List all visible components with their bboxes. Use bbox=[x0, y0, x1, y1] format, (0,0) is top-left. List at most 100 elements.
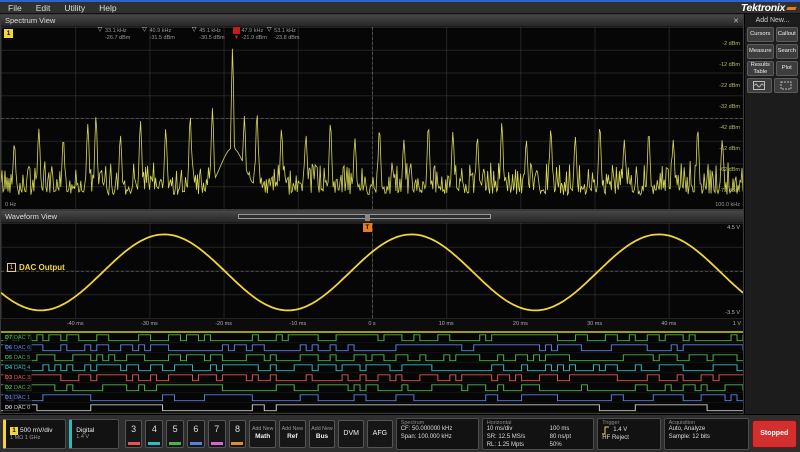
channel-5-button[interactable]: 5 bbox=[166, 420, 184, 448]
spectrum-peak-marker[interactable]: ▽ 45.1 kHz-30.5 dBm bbox=[190, 27, 198, 33]
sample-rate: SR: 12.5 MS/s bbox=[487, 434, 544, 442]
logo-accent-shape bbox=[786, 7, 796, 10]
mask-test-button[interactable] bbox=[774, 78, 799, 93]
spectrum-view-panel: Spectrum View ✕ 1 ▽ 33.1 kHz-26.7 dBm ▽ … bbox=[0, 14, 744, 210]
channel-name: DAC Output bbox=[19, 263, 65, 272]
db-axis-label: -62 dBm bbox=[719, 167, 740, 173]
tekscope-app: File Edit Utility Help Tektronix Spectru… bbox=[0, 0, 800, 452]
mask-test-icon bbox=[780, 81, 792, 90]
acquisition-readout-panel[interactable]: Acquisition Auto, Analyze Sample: 12 bit… bbox=[664, 418, 749, 450]
digital-channel-row[interactable]: D5DAC 5 bbox=[1, 353, 743, 363]
add-new-ref-button[interactable]: Add NewRef bbox=[279, 420, 306, 448]
channel-3-button[interactable]: 3 bbox=[125, 420, 143, 448]
right-sidebar: Add New... Cursors Callout Measure Searc… bbox=[744, 14, 800, 414]
channel-number: 4 bbox=[152, 424, 157, 434]
db-axis-label: -72 dBm bbox=[719, 188, 740, 194]
marker-triangle-icon: ▽ bbox=[142, 27, 147, 33]
db-axis-label: -12 dBm bbox=[719, 62, 740, 68]
horizontal-readout-panel[interactable]: Horizontal 10 ms/div 100 ms SR: 12.5 MS/… bbox=[482, 418, 595, 450]
marker-label: 33.1 kHz-26.7 dBm bbox=[105, 28, 130, 42]
spectrum-peak-marker[interactable]: ▽ 40.9 kHz-31.5 dBm bbox=[140, 27, 148, 33]
trigger-readout-panel[interactable]: Trigger 1.4 V HF Reject bbox=[597, 418, 660, 450]
spectrum-peak-marker[interactable]: ▽ 33.1 kHz-26.7 dBm bbox=[96, 27, 104, 33]
marker-label: 53.1 kHz-23.8 dBm bbox=[274, 28, 299, 42]
spectrum-reference-marker[interactable]: ▼ 47.9 kHz-21.9 dBm bbox=[233, 27, 241, 41]
afg-button[interactable]: AFG bbox=[367, 420, 393, 448]
time-axis-label: -10 ms bbox=[289, 321, 306, 327]
digital-channel-row[interactable]: D6DAC 6 bbox=[1, 343, 743, 353]
channel-8-button[interactable]: 8 bbox=[229, 420, 247, 448]
channel-7-button[interactable]: 7 bbox=[208, 420, 226, 448]
channel-number: 5 bbox=[173, 424, 178, 434]
digital-channel-row[interactable]: D0DAC 0 bbox=[1, 403, 743, 413]
ch1-impedance: 1 MΩ 1 GHz bbox=[10, 435, 65, 441]
run-stop-button[interactable]: Stopped bbox=[752, 420, 797, 448]
cursors-button[interactable]: Cursors bbox=[747, 27, 774, 42]
spectrum-plot[interactable]: 1 ▽ 33.1 kHz-26.7 dBm ▽ 40.9 kHz-31.5 dB… bbox=[1, 27, 743, 209]
results-table-button[interactable]: Results Table bbox=[747, 61, 774, 76]
close-icon[interactable]: ✕ bbox=[733, 17, 739, 25]
channel-4-button[interactable]: 4 bbox=[145, 420, 163, 448]
channel-chip: 1 bbox=[7, 263, 16, 272]
digital-channel-row[interactable]: D1DAC 1 bbox=[1, 393, 743, 403]
digital-channel-label: D2DAC 2 bbox=[3, 383, 32, 393]
channel-color-strip bbox=[190, 442, 202, 445]
bottom-status-bar: 1 500 mV/div 1 MΩ 1 GHz Digital 1.4 V 3 … bbox=[0, 414, 800, 452]
analog-waveform-area[interactable]: T 1 DAC Output 4.5 V -3.5 V bbox=[1, 223, 743, 319]
acquisition-resolution: Sample: 12 bits bbox=[669, 434, 744, 442]
vertical-scale-top-label: 4.5 V bbox=[727, 225, 740, 231]
trigger-position-marker[interactable]: T bbox=[363, 223, 372, 232]
ch1-scale: 500 mV/div bbox=[20, 427, 53, 434]
channel-label[interactable]: 1 DAC Output bbox=[7, 263, 65, 272]
menu-edit[interactable]: Edit bbox=[36, 3, 51, 13]
dvm-button[interactable]: DVM bbox=[338, 420, 364, 448]
menu-file[interactable]: File bbox=[8, 3, 22, 13]
trigger-readout-title: Trigger bbox=[602, 420, 655, 427]
channel-number: 6 bbox=[193, 424, 198, 434]
marker-triangle-icon: ▽ bbox=[267, 27, 272, 33]
channel-number: 7 bbox=[214, 424, 219, 434]
marker-label: 47.9 kHz-21.9 dBm bbox=[242, 28, 267, 42]
digital-trace bbox=[1, 343, 743, 352]
digital-trace bbox=[1, 393, 743, 402]
add-new-target: Ref bbox=[287, 433, 297, 440]
digital-channel-label: D0DAC 0 bbox=[3, 403, 32, 413]
menu-utility[interactable]: Utility bbox=[64, 3, 85, 13]
sample-interval: 80 ns/pt bbox=[550, 434, 590, 442]
analysis-window-handle[interactable] bbox=[365, 214, 370, 221]
add-new-math-button[interactable]: Add NewMath bbox=[249, 420, 276, 448]
search-button[interactable]: Search bbox=[776, 44, 798, 59]
digital-channel-row[interactable]: D3DAC 3 bbox=[1, 373, 743, 383]
horizontal-readout-title: Horizontal bbox=[487, 420, 590, 427]
digital-channel-label: D7DAC 7 bbox=[3, 333, 32, 343]
waveform-view-title: Waveform View bbox=[5, 212, 57, 221]
digital-channel-label: D1DAC 1 bbox=[3, 393, 32, 403]
ch1-badge[interactable]: 1 500 mV/div 1 MΩ 1 GHz bbox=[3, 419, 66, 449]
channel-6-button[interactable]: 6 bbox=[187, 420, 205, 448]
spectrum-peak-marker[interactable]: ▽ 53.1 kHz-23.8 dBm bbox=[265, 27, 273, 33]
callout-button[interactable]: Callout bbox=[776, 27, 798, 42]
scope-screen-button[interactable] bbox=[747, 78, 772, 93]
channel-number: 8 bbox=[235, 424, 240, 434]
db-axis-label: -22 dBm bbox=[719, 83, 740, 89]
span-readout: Span: 100.000 kHz bbox=[401, 434, 474, 442]
freq-axis-start-label: 0 Hz bbox=[5, 202, 16, 208]
plot-button[interactable]: Plot bbox=[776, 61, 798, 76]
measure-button[interactable]: Measure bbox=[747, 44, 774, 59]
analysis-window-scrollbar[interactable] bbox=[238, 214, 490, 219]
record-length: RL: 1.25 Mpts bbox=[487, 442, 544, 450]
acquisition-readout-title: Acquisition bbox=[669, 420, 744, 427]
add-new-bus-button[interactable]: Add NewBus bbox=[309, 420, 336, 448]
digital-badge[interactable]: Digital 1.4 V bbox=[69, 419, 118, 449]
waveform-view-panel: Waveform View T 1 DAC Output 4.5 V -3 bbox=[0, 210, 744, 414]
spectrum-view-header[interactable]: Spectrum View ✕ bbox=[1, 15, 743, 27]
waveform-view-header[interactable]: Waveform View bbox=[1, 211, 743, 223]
spectrum-source-badge[interactable]: 1 bbox=[4, 29, 13, 38]
menu-help[interactable]: Help bbox=[99, 3, 116, 13]
spectrum-view-title: Spectrum View bbox=[5, 16, 55, 25]
digital-channel-row[interactable]: D2DAC 2 bbox=[1, 383, 743, 393]
digital-channel-row[interactable]: D7DAC 7 bbox=[1, 333, 743, 343]
digital-channels-area: D7DAC 7 D6DAC 6 D5DAC 5 D4DAC 4 bbox=[1, 333, 743, 413]
spectrum-readout-panel[interactable]: Spectrum CF: 50.000000 kHz Span: 100.000… bbox=[396, 418, 479, 450]
digital-channel-row[interactable]: D4DAC 4 bbox=[1, 363, 743, 373]
